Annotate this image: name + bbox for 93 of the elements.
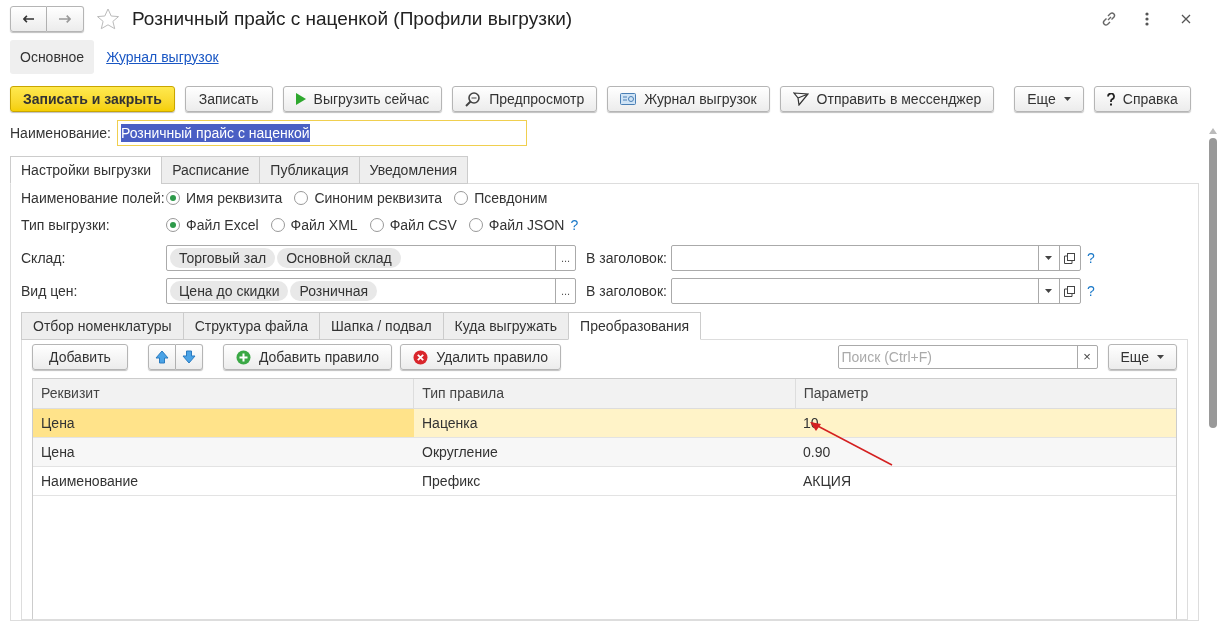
tab[interactable]: Отбор номенклатуры	[21, 312, 184, 340]
column-header: Параметр	[794, 379, 1176, 408]
tab[interactable]: Расписание	[161, 156, 261, 184]
radio-option[interactable]: Имя реквизита	[166, 187, 283, 209]
save-and-close-button[interactable]: Записать и закрыть	[10, 86, 175, 112]
help-link[interactable]: ?	[1086, 280, 1095, 302]
back-button[interactable]	[10, 6, 47, 32]
help-link[interactable]: ?	[570, 214, 579, 236]
column-header: Реквизит	[40, 384, 101, 403]
header-field[interactable]	[670, 245, 1081, 271]
radio-option[interactable]: Файл Excel	[166, 214, 259, 236]
add-rule-button[interactable]: Добавить правило	[222, 344, 393, 370]
delete-rule-button[interactable]: Удалить правило	[400, 344, 562, 370]
plus-circle-icon	[235, 349, 251, 365]
table-cell-text: Округление	[422, 442, 498, 462]
name-field[interactable]: Розничный прайс с наценкой	[116, 120, 527, 146]
tag[interactable]: Цена до скидки	[170, 281, 289, 301]
table-cell-text: Цена	[41, 442, 75, 462]
tab[interactable]: Куда выгружать	[442, 312, 570, 340]
caret-icon	[1045, 289, 1053, 293]
move-down-button[interactable]	[175, 344, 203, 370]
link-icon[interactable]	[1101, 11, 1117, 27]
arrow-down-icon	[181, 350, 196, 364]
arrow-left-icon	[23, 14, 34, 24]
field-label: В заголовок:	[586, 248, 667, 268]
radio-option[interactable]: Файл XML	[270, 214, 358, 236]
header-field[interactable]	[670, 278, 1081, 304]
close-circle-icon	[413, 349, 429, 365]
command-button[interactable]: Выгрузить сейчас	[282, 86, 443, 112]
search-field[interactable]: Поиск (Ctrl+F) ×	[837, 345, 1098, 369]
command-button[interactable]: Предпросмотр	[452, 86, 598, 112]
table-cell-text: Цена	[41, 413, 75, 433]
field-value: Розничный прайс с наценкой	[120, 124, 310, 142]
tag[interactable]: Торговый зал	[170, 248, 276, 268]
radio-option[interactable]: Синоним реквизита	[294, 187, 443, 209]
field-label: Наименование полей:	[21, 188, 166, 208]
window-title: Розничный прайс с наценкой (Профили выгрузки)	[132, 6, 573, 31]
command-button[interactable]: Записать	[184, 86, 273, 112]
caret-icon	[1045, 256, 1053, 260]
clear-button[interactable]: ×	[1076, 346, 1097, 368]
caret-icon	[1063, 97, 1071, 101]
tab[interactable]: Публикация	[259, 156, 360, 184]
radio-option[interactable]: Файл JSON	[468, 214, 565, 236]
tab[interactable]: Уведомления	[358, 156, 469, 184]
field-label: Склад:	[21, 248, 67, 268]
choose-button[interactable]: ...	[555, 246, 575, 270]
more-icon[interactable]	[1145, 12, 1149, 26]
tag-field[interactable]: Цена до скидки Розничная ...	[166, 278, 576, 304]
radio-option[interactable]: Файл CSV	[369, 214, 457, 236]
arrow-up-icon	[154, 350, 169, 364]
tag[interactable]: Розничная	[290, 281, 378, 301]
table-cell-text: АКЦИЯ	[803, 471, 852, 491]
table-cell-text: 0.90	[803, 442, 831, 462]
tab[interactable]: Настройки выгрузки	[10, 156, 163, 184]
table-cell-text: Наценка	[422, 413, 478, 433]
add-button[interactable]: Добавить	[32, 344, 128, 370]
paper-plane-icon	[792, 92, 809, 106]
question-icon	[1106, 92, 1115, 106]
command-button[interactable]: Журнал выгрузок	[607, 86, 770, 112]
more-button[interactable]: Еще	[1014, 86, 1084, 112]
choose-button[interactable]: ...	[555, 279, 575, 303]
tab[interactable]: Структура файла	[182, 312, 321, 340]
open-icon	[1064, 252, 1076, 264]
field-label: В заголовок:	[586, 281, 667, 301]
magnifier-icon	[465, 91, 482, 107]
tag-field[interactable]: Торговый зал Основной склад ...	[166, 245, 576, 271]
column-header: Тип правила	[413, 379, 795, 408]
table-cell-text: Наименование	[41, 471, 139, 491]
arrow-right-icon	[59, 14, 71, 24]
section-tab[interactable]: Основное	[10, 40, 95, 74]
star-icon[interactable]	[96, 8, 120, 30]
radio-option[interactable]: Псевдоним	[454, 187, 548, 209]
open-icon	[1064, 285, 1076, 297]
help-button[interactable]: Справка	[1093, 86, 1191, 112]
move-up-button[interactable]	[147, 344, 176, 370]
caret-icon	[1157, 355, 1164, 359]
tab[interactable]: Преобразования	[568, 312, 702, 340]
play-icon	[295, 93, 306, 105]
section-link[interactable]: Журнал выгрузок	[106, 46, 219, 68]
more-button[interactable]: Еще	[1107, 344, 1177, 370]
table-cell-text: Префикс	[422, 471, 481, 491]
search-input: Поиск (Ctrl+F)	[838, 346, 1077, 368]
scroll-up-icon[interactable]	[1209, 128, 1217, 134]
tag[interactable]: Основной склад	[277, 248, 401, 268]
close-icon[interactable]	[1181, 14, 1191, 24]
tab[interactable]: Шапка / подвал	[319, 312, 444, 340]
field-label: Наименование:	[10, 123, 111, 143]
journal-icon	[620, 93, 637, 105]
command-button[interactable]: Отправить в мессенджер	[779, 86, 995, 112]
field-label: Вид цен:	[21, 281, 79, 301]
help-link[interactable]: ?	[1086, 247, 1095, 269]
table-row[interactable]: Цена Округление 0.90	[33, 438, 1176, 467]
field-label: Тип выгрузки:	[21, 215, 111, 235]
